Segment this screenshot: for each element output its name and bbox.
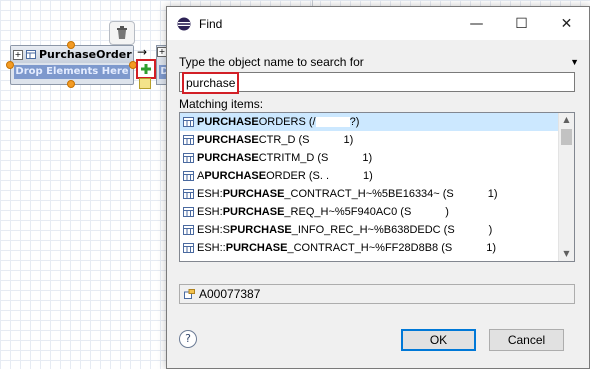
item-suffix: CTR_D (S xyxy=(258,134,310,146)
item-match: PURCHASE xyxy=(197,152,259,164)
table-icon xyxy=(183,189,194,199)
table-icon xyxy=(183,135,194,145)
item-suffix: ORDER (S. . xyxy=(266,170,330,182)
list-item[interactable]: ESH:: PURCHASE _CONTRACT_H~%FF28D8B8 (S 1) xyxy=(180,239,558,257)
item-match: PURCHASE xyxy=(225,242,288,254)
item-match: PURCHASE xyxy=(197,116,259,128)
search-input[interactable]: purchase xyxy=(179,72,575,94)
item-suffix: _REQ_H~%5F940AC0 (S xyxy=(284,206,412,218)
cancel-button[interactable]: Cancel xyxy=(489,329,564,351)
item-suffix: CTRITM_D (S xyxy=(258,152,329,164)
left-handle[interactable] xyxy=(6,61,14,69)
item-prefix: A xyxy=(197,170,205,182)
redacted-text xyxy=(411,207,446,217)
trash-icon xyxy=(117,26,127,39)
drop-elements-area[interactable]: Drop Elements Here xyxy=(14,65,130,79)
purchaseorder-entity[interactable]: + PurchaseOrder Drop Elements Here xyxy=(10,45,134,85)
item-match: PURCHASE xyxy=(204,170,267,182)
search-label: Type the object name to search for xyxy=(179,55,364,69)
item-suffix: _COMMON_CURRENCY/Mea xyxy=(437,257,558,261)
connection-arrow-icon[interactable]: → xyxy=(137,45,147,59)
table-icon xyxy=(183,171,194,181)
note-icon[interactable] xyxy=(139,78,151,89)
redacted-text xyxy=(452,243,487,253)
item-tail: 1) xyxy=(343,134,354,146)
details-bar: A00077387 xyxy=(179,284,575,304)
list-item[interactable]: PURCHASE CTR_D (S 1) xyxy=(180,131,558,149)
plus-icon xyxy=(141,64,151,74)
scroll-down-icon[interactable]: ▼ xyxy=(559,247,574,261)
item-match: PURCHASE xyxy=(197,134,259,146)
ok-button[interactable]: OK xyxy=(401,329,476,351)
list-item[interactable]: ESH: PURCHASE _CONTRACT_H~%5BE16334~ (S 1) xyxy=(180,185,558,203)
item-suffix: _CONTRACT_H~%5BE16334~ (S xyxy=(284,188,454,200)
item-tail: ?) xyxy=(349,116,360,128)
entity-name: PurchaseOrder xyxy=(39,48,132,61)
expand-icon[interactable]: + xyxy=(13,49,23,60)
redacted-text xyxy=(329,171,364,181)
redacted-text xyxy=(328,153,363,163)
list-scrollbar[interactable]: ▲ ▼ xyxy=(558,113,574,261)
list-item[interactable]: ESH: PURCHASE _REQ_H~%5F940AC0 (S) xyxy=(180,203,558,221)
matching-items-list[interactable]: PURCHASE ORDERS (/?) PURCHASE CTR_D (S 1) PUR… xyxy=(179,112,575,262)
bottom-handle[interactable] xyxy=(67,80,75,88)
item-tail: 1) xyxy=(363,170,373,182)
table-icon xyxy=(183,261,194,262)
item-prefix: ESH: xyxy=(197,206,223,218)
table-icon xyxy=(183,225,194,235)
table-icon xyxy=(183,243,194,253)
redacted-text xyxy=(454,225,489,235)
list-item[interactable]: sap.hana.democontent.epm.models/PURCHASE… xyxy=(180,257,558,262)
item-suffix: _CONTRACT_H~%FF28D8B8 (S xyxy=(287,242,453,254)
redacted-text xyxy=(309,135,344,145)
eclipse-icon xyxy=(177,17,191,30)
details-text: A00077387 xyxy=(199,287,261,301)
item-prefix: ESH:: xyxy=(197,242,226,254)
item-tail: 1) xyxy=(486,242,496,254)
item-prefix: sap.hana.democontent.epm.models/ xyxy=(197,257,375,261)
item-tail: 1) xyxy=(362,152,373,164)
help-button[interactable]: ? xyxy=(179,330,197,348)
table-icon xyxy=(26,50,36,59)
add-element-button[interactable] xyxy=(136,59,156,79)
list-item[interactable]: A PURCHASE ORDER (S. . 1) xyxy=(180,167,558,185)
item-suffix: ORDERS (/ xyxy=(258,116,316,128)
search-value[interactable]: purchase xyxy=(182,72,240,94)
table-icon xyxy=(183,153,194,163)
item-prefix: ESH: xyxy=(197,188,223,200)
scroll-up-icon[interactable]: ▲ xyxy=(559,113,574,127)
item-tail: 1) xyxy=(487,188,498,200)
item-suffix: _INFO_REC_H~%B638DEDC (S xyxy=(291,224,455,236)
top-handle[interactable] xyxy=(67,41,75,49)
dialog-title: Find xyxy=(199,16,223,31)
package-icon xyxy=(184,289,195,299)
matching-items-label: Matching items: xyxy=(179,97,264,111)
maximize-button[interactable]: ☐ xyxy=(499,7,544,40)
dialog-titlebar[interactable]: Find — ☐ ✕ xyxy=(167,7,589,40)
redacted-text xyxy=(453,189,488,199)
view-menu-icon[interactable]: ▼ xyxy=(570,57,579,67)
table-icon xyxy=(183,117,194,127)
item-tail: ) xyxy=(488,224,493,236)
list-item[interactable]: PURCHASE ORDERS (/?) xyxy=(180,113,558,131)
item-match: PURCHASE xyxy=(375,257,437,261)
item-match: PURCHASE xyxy=(222,188,285,200)
item-tail: ) xyxy=(445,206,449,218)
item-match: PURCHASE xyxy=(222,206,285,218)
list-item[interactable]: ESH:S PURCHASE _INFO_REC_H~%B638DEDC (S) xyxy=(180,221,558,239)
close-button[interactable]: ✕ xyxy=(544,7,589,40)
delete-button[interactable] xyxy=(109,21,135,45)
item-match: PURCHASE xyxy=(230,224,292,236)
find-dialog: Find — ☐ ✕ Type the object name to searc… xyxy=(166,6,590,369)
scroll-thumb[interactable] xyxy=(561,129,572,145)
redacted-text xyxy=(315,117,350,127)
list-item[interactable]: PURCHASE CTRITM_D (S 1) xyxy=(180,149,558,167)
item-prefix: ESH:S xyxy=(197,224,231,236)
table-icon xyxy=(183,207,194,217)
minimize-button[interactable]: — xyxy=(454,7,499,40)
